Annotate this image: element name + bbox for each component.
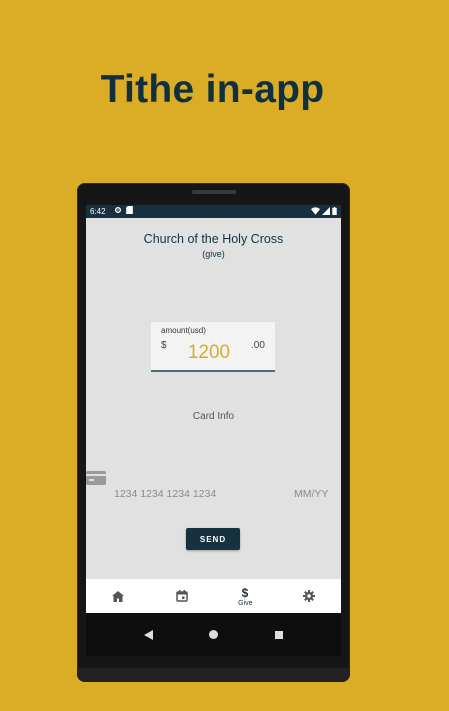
nav-settings[interactable] — [277, 579, 341, 613]
status-time: 6:42 — [90, 207, 106, 216]
church-title: Church of the Holy Cross — [143, 232, 284, 246]
page-subtitle: (give) — [202, 249, 225, 259]
back-icon[interactable] — [144, 629, 154, 640]
status-bar: 6:42 — [86, 205, 341, 218]
system-nav-bar — [86, 613, 341, 656]
phone-chin — [77, 668, 350, 682]
settings-icon — [115, 207, 121, 213]
dollar-icon: $ — [242, 586, 249, 599]
home-circle-icon[interactable] — [209, 630, 219, 639]
sd-card-icon — [126, 206, 133, 214]
nav-give[interactable]: $ Give — [214, 579, 278, 613]
amount-label: amount(usd) — [161, 326, 206, 335]
card-number-input[interactable] — [114, 488, 274, 500]
phone-screen: 6:42 Church of the Holy Cross (give) amo… — [86, 205, 341, 656]
page-headline: Tithe in-app — [100, 68, 325, 111]
home-icon — [111, 590, 124, 602]
bottom-nav: $ Give — [86, 579, 341, 613]
svg-text:$: $ — [242, 586, 249, 599]
recents-icon[interactable] — [274, 630, 283, 639]
amount-field[interactable]: amount(usd) $ .00 — [151, 322, 275, 372]
phone-speaker — [192, 190, 236, 194]
signal-icon — [322, 207, 330, 215]
nav-give-label: Give — [238, 599, 253, 607]
currency-symbol: $ — [161, 340, 167, 351]
card-expiry-input[interactable] — [294, 488, 336, 500]
calendar-icon — [175, 590, 188, 602]
credit-card-icon — [86, 471, 106, 485]
send-button[interactable]: SEND — [186, 528, 240, 550]
gear-icon — [303, 590, 316, 602]
nav-home[interactable] — [86, 579, 150, 613]
battery-icon — [332, 207, 337, 215]
amount-input[interactable] — [177, 341, 241, 365]
card-info-label: Card Info — [192, 411, 235, 422]
phone-frame: 6:42 Church of the Holy Cross (give) amo… — [77, 183, 350, 682]
nav-calendar[interactable] — [150, 579, 214, 613]
amount-cents: .00 — [251, 340, 265, 351]
wifi-icon — [311, 207, 320, 215]
